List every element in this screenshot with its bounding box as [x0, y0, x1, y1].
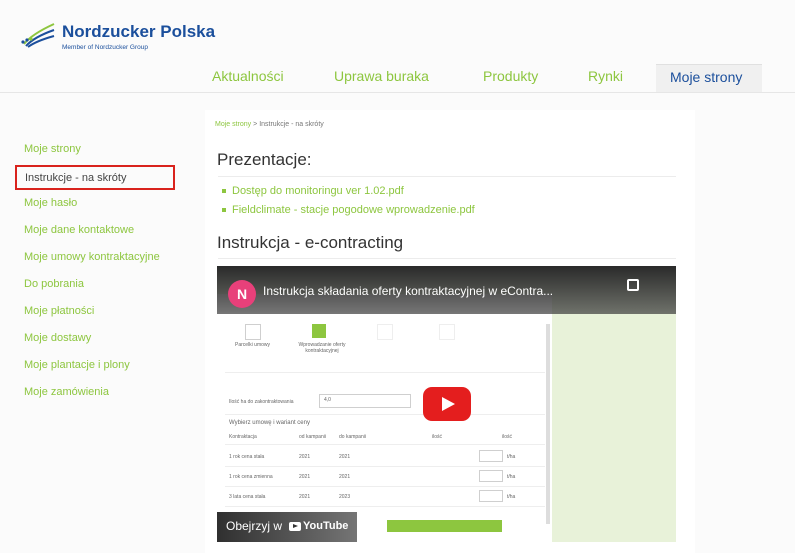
sidebar-item-moje-haslo[interactable]: Moje hasło [24, 197, 77, 209]
nav-item-produkty[interactable]: Produkty [483, 68, 538, 84]
nav-item-uprawa-buraka[interactable]: Uprawa buraka [334, 68, 429, 84]
table-cell: 2021 [339, 454, 351, 460]
breadcrumb-root-link[interactable]: Moje strony [215, 121, 251, 128]
table-row [225, 466, 545, 467]
table-cell: 2021 [299, 454, 311, 460]
column-header: ilość [502, 434, 513, 440]
brand-tagline: Member of Nordzucker Group [62, 44, 148, 51]
sidebar-item-do-pobrania[interactable]: Do pobrania [24, 278, 84, 290]
nav-divider [0, 92, 795, 93]
sidebar-item-moje-plantacje[interactable]: Moje plantacje i plony [24, 359, 130, 371]
column-header: Kontraktacja [229, 434, 257, 440]
youtube-logo: YouTube [289, 520, 348, 532]
table-cell: 2021 [339, 474, 351, 480]
section-title-instrukcja: Instrukcja - e-contracting [217, 233, 404, 252]
bullet-icon [222, 208, 226, 213]
section-divider [218, 258, 676, 259]
youtube-wordmark: YouTube [303, 520, 349, 532]
breadcrumb: Moje strony > Instrukcje - na skróty [215, 121, 324, 128]
sheet-divider [225, 372, 545, 373]
sheet-divider [225, 444, 545, 445]
nav-item-label: Moje strony [670, 69, 743, 85]
column-header: od kampanii [299, 434, 326, 440]
brand-name: Nordzucker Polska [62, 22, 216, 41]
table-input [479, 490, 503, 502]
youtube-play-icon[interactable] [423, 387, 471, 421]
sheet-action-button [387, 520, 502, 532]
table-cell: t/ha [507, 454, 516, 460]
table-cell: 2021 [299, 474, 311, 480]
nav-item-moje-strony[interactable]: Moje strony [656, 64, 762, 93]
youtube-icon [289, 521, 301, 531]
channel-avatar[interactable]: N [228, 280, 256, 308]
table-cell: t/ha [507, 494, 516, 500]
sheet-divider [225, 414, 545, 415]
table-cell: 2023 [339, 494, 351, 500]
breadcrumb-separator: > [253, 121, 258, 128]
table-row [225, 506, 545, 507]
section-divider [218, 176, 676, 177]
youtube-video-embed[interactable]: Parcelki umowy Wprowadzanie oferty kontr… [217, 266, 676, 542]
nav-item-aktualnosci[interactable]: Aktualności [212, 68, 284, 84]
step-label: Wprowadzanie oferty kontraktacyjnej [298, 342, 346, 354]
table-cell: 3 lata cena stała [229, 494, 266, 500]
copy-link-icon[interactable] [627, 279, 639, 291]
step-label: Parcelki umowy [235, 342, 271, 348]
sheet-scrollbar [546, 324, 550, 524]
breadcrumb-current: Instrukcje - na skróty [259, 121, 324, 128]
document-link[interactable]: Dostęp do monitoringu ver 1.02.pdf [222, 185, 404, 197]
field-input: 4,0 [319, 394, 411, 408]
field-label: Ilość ha do zakontraktowania [229, 399, 294, 405]
section-title-prezentacje: Prezentacje: [217, 150, 312, 169]
watch-label: Obejrzyj w [226, 519, 283, 533]
table-cell: 1 rok cena stała [229, 454, 265, 460]
field-value: 4,0 [324, 397, 331, 403]
column-header: ilość [432, 434, 443, 440]
step-icon-active [312, 324, 326, 338]
bullet-icon [222, 189, 226, 194]
table-input [479, 450, 503, 462]
brand-logo[interactable]: Nordzucker Polska Member of Nordzucker G… [20, 18, 220, 58]
sidebar-item-moje-dostawy[interactable]: Moje dostawy [24, 332, 91, 344]
table-row [225, 486, 545, 487]
watch-on-youtube-button[interactable]: Obejrzyj w YouTube [217, 512, 357, 542]
sidebar-item-moje-strony[interactable]: Moje strony [24, 143, 81, 155]
document-link-label: Dostęp do monitoringu ver 1.02.pdf [232, 185, 404, 197]
step-icon [245, 324, 261, 340]
table-cell: 1 rok cena zmienna [229, 474, 273, 480]
column-header: do kampanii [339, 434, 366, 440]
sidebar-item-moje-umowy[interactable]: Moje umowy kontraktacyjne [24, 251, 160, 263]
main-navigation: Aktualności Uprawa buraka Produkty Rynki… [0, 64, 795, 93]
step-icon [377, 324, 393, 340]
nav-item-rynki[interactable]: Rynki [588, 68, 623, 84]
video-frame-content: Parcelki umowy Wprowadzanie oferty kontr… [217, 294, 552, 542]
table-cell: t/ha [507, 474, 516, 480]
sidebar-item-instrukcje[interactable]: Instrukcje - na skróty [15, 165, 175, 190]
sidebar-item-moje-zamowienia[interactable]: Moje zamówienia [24, 386, 109, 398]
sidebar-item-moje-platnosci[interactable]: Moje płatności [24, 305, 94, 317]
document-link-label: Fieldclimate - stacje pogodowe wprowadze… [232, 204, 475, 216]
sidebar-item-moje-dane-kontaktowe[interactable]: Moje dane kontaktowe [24, 224, 134, 236]
video-title[interactable]: Instrukcja składania oferty kontraktacyj… [263, 284, 553, 298]
section-label: Wybierz umowę i wariant ceny [229, 420, 310, 426]
nordzucker-logo-mark [21, 23, 55, 48]
step-icon [439, 324, 455, 340]
document-link[interactable]: Fieldclimate - stacje pogodowe wprowadze… [222, 204, 475, 216]
table-cell: 2021 [299, 494, 311, 500]
table-input [479, 470, 503, 482]
sidebar-item-label: Instrukcje - na skróty [25, 172, 127, 184]
